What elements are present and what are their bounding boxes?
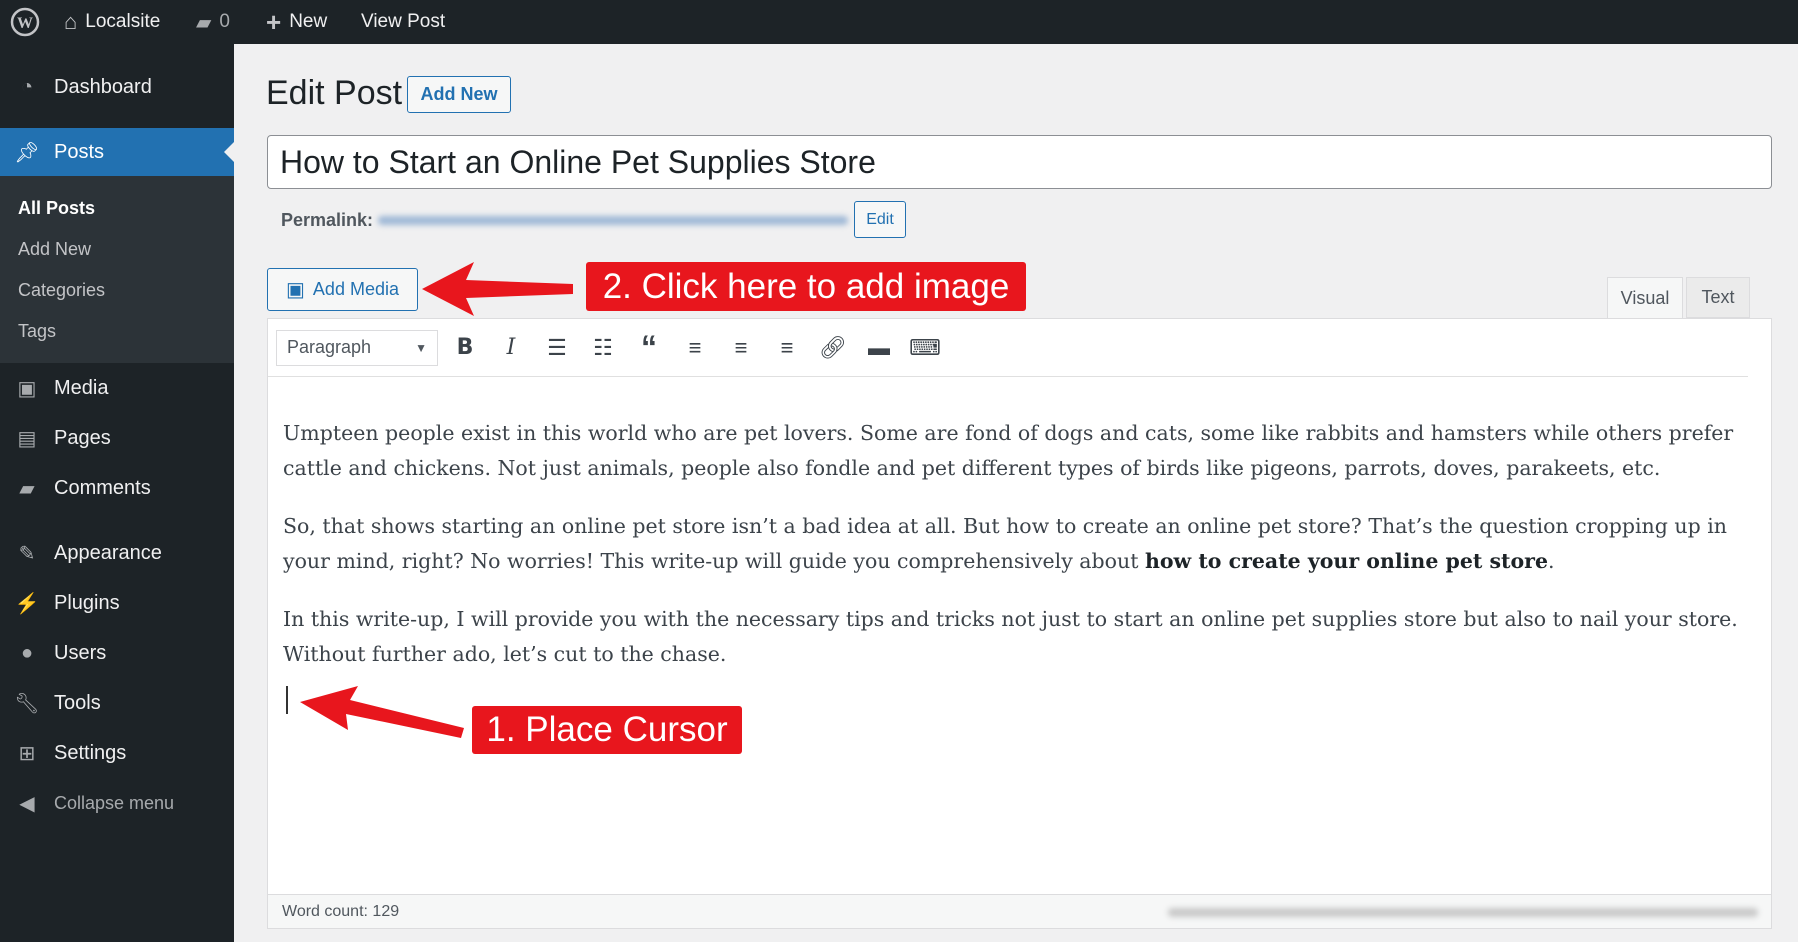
arrow-to-add-media [422,262,573,316]
arrow-to-cursor [300,686,464,738]
annotation-arrows [300,262,573,738]
